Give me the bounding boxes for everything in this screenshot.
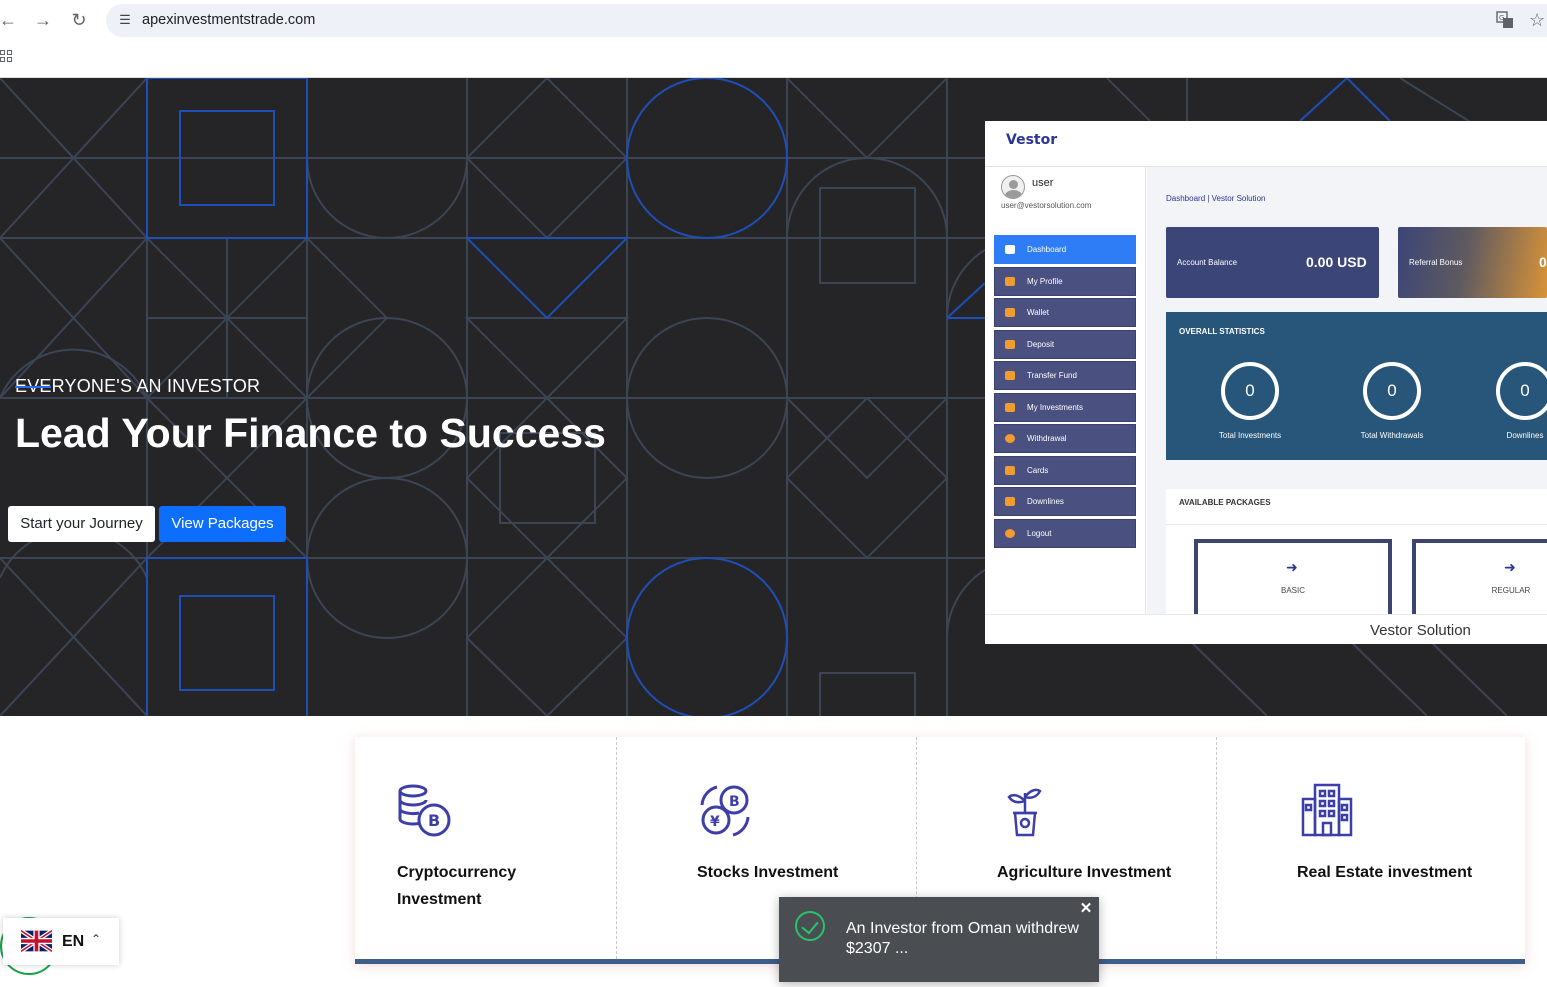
svg-text:¥: ¥: [710, 814, 720, 830]
stat-ring-downlines: 0: [1496, 362, 1547, 420]
address-bar[interactable]: ☰ apexinvestmentstrade.com G ☆: [106, 4, 1547, 37]
hero-section: EVERYONE'S AN INVESTOR Lead Your Finance…: [0, 78, 1547, 716]
building-icon: [1301, 783, 1353, 837]
close-icon[interactable]: ✕: [1078, 901, 1094, 917]
preview-user-name: user: [1032, 177, 1054, 189]
preview-menu-item-dashboard: Dashboard: [994, 235, 1136, 264]
language-switcher[interactable]: EN ⌃: [3, 918, 119, 965]
preview-menu-item-cards: Cards: [994, 455, 1136, 485]
dashboard-preview-image: Vestor user user@vestorsolution.com Dash…: [985, 121, 1547, 644]
preview-main: Dashboard | Vestor Solution Account Bala…: [1147, 167, 1547, 619]
preview-package-basic: ➜ BASIC: [1194, 539, 1392, 619]
language-code: EN: [62, 933, 85, 950]
wallet-icon: [1005, 308, 1015, 317]
avatar: [1001, 175, 1025, 199]
eyebrow-accent-line: [15, 386, 51, 388]
credit-card-icon: [1005, 465, 1015, 475]
preview-menu-item-profile: My Profile: [994, 266, 1136, 296]
plant-pot-icon: [1007, 788, 1042, 837]
preview-menu-item-wallet: Wallet: [994, 298, 1136, 327]
paper-plane-icon: [1005, 371, 1015, 380]
preview-topbar: Vestor: [985, 121, 1547, 167]
preview-menu: Dashboard My Profile Wallet Deposit Tran…: [994, 235, 1136, 550]
sign-in-icon: ➜: [1286, 559, 1298, 575]
crypto-coins-icon: B: [398, 784, 451, 837]
preview-package-regular: ➜ REGULAR: [1412, 539, 1547, 619]
feature-title: Stocks Investment: [697, 864, 839, 881]
hero-title: Lead Your Finance to Success: [15, 410, 606, 456]
translate-icon[interactable]: G: [1496, 11, 1514, 29]
view-packages-button[interactable]: View Packages: [159, 506, 286, 542]
preview-menu-item-deposit: Deposit: [994, 329, 1136, 359]
power-icon: [1005, 528, 1015, 538]
stat-ring-investments: 0: [1221, 362, 1279, 420]
preview-sidebar: user user@vestorsolution.com Dashboard M…: [985, 167, 1146, 614]
svg-text:B: B: [729, 794, 740, 810]
feature-title: Real Estate investment: [1297, 864, 1473, 881]
start-journey-button[interactable]: Start your Journey: [8, 506, 155, 542]
preview-logo: Vestor: [1006, 132, 1058, 148]
preview-menu-item-withdrawal: Withdrawal: [994, 424, 1136, 453]
forward-arrow-icon[interactable]: →: [31, 8, 55, 32]
url-text[interactable]: apexinvestmentstrade.com: [142, 12, 315, 28]
withdraw-icon: [1005, 434, 1015, 443]
svg-text:B: B: [428, 811, 440, 830]
feature-cryptocurrency[interactable]: B Cryptocurrency Investment: [355, 737, 655, 959]
breadcrumb: Dashboard | Vestor Solution: [1166, 194, 1266, 203]
sign-in-icon: ➜: [1504, 559, 1516, 575]
preview-card-referral: Referral Bonus 0: [1398, 227, 1547, 298]
feature-real-estate[interactable]: Real Estate investment: [1255, 737, 1547, 959]
preview-user-email: user@vestorsolution.com: [1001, 201, 1092, 210]
star-icon[interactable]: ☆: [1529, 10, 1545, 31]
users-icon: [1005, 497, 1015, 506]
uk-flag-icon: [21, 930, 52, 952]
browser-toolbar: ← → ↻ ☰ apexinvestmentstrade.com G ☆: [0, 0, 1547, 78]
back-arrow-icon[interactable]: ←: [0, 8, 20, 32]
toast-message: An Investor from Oman withdrew $2307 ...: [846, 920, 1079, 957]
tune-icon[interactable]: ☰: [116, 11, 134, 29]
check-circle-icon: [795, 911, 825, 941]
preview-footer: Vestor Solution: [985, 614, 1547, 644]
preview-menu-item-logout: Logout: [994, 518, 1136, 548]
deposit-icon: [1005, 339, 1015, 349]
preview-card-balance: Account Balance 0.00 USD: [1166, 227, 1379, 298]
layers-icon: [1005, 245, 1015, 254]
preview-menu-item-downlines: Downlines: [994, 487, 1136, 516]
feature-title: Agriculture Investment: [997, 864, 1172, 881]
preview-overall-statistics: OVERALL STATISTICS 0 Total Investments 0…: [1166, 312, 1547, 460]
preview-available-packages: AVAILABLE PACKAGES ➜ BASIC ➜ REGULAR: [1166, 489, 1547, 619]
stat-ring-withdrawals: 0: [1363, 362, 1421, 420]
notification-toast: An Investor from Oman withdrew $2307 ...…: [779, 897, 1099, 982]
reload-icon[interactable]: ↻: [67, 8, 91, 32]
folder-icon: [1005, 402, 1015, 412]
svg-text:G: G: [1499, 14, 1504, 22]
hero-eyebrow: EVERYONE'S AN INVESTOR: [15, 376, 261, 396]
chevron-up-icon: ⌃: [91, 932, 102, 946]
apps-grid-icon[interactable]: [0, 50, 14, 64]
feature-title: Cryptocurrency Investment: [397, 864, 517, 908]
preview-menu-item-transfer: Transfer Fund: [994, 361, 1136, 390]
currency-exchange-icon: B ¥: [700, 785, 750, 837]
user-icon: [1005, 276, 1015, 286]
preview-menu-item-investments: My Investments: [994, 392, 1136, 422]
